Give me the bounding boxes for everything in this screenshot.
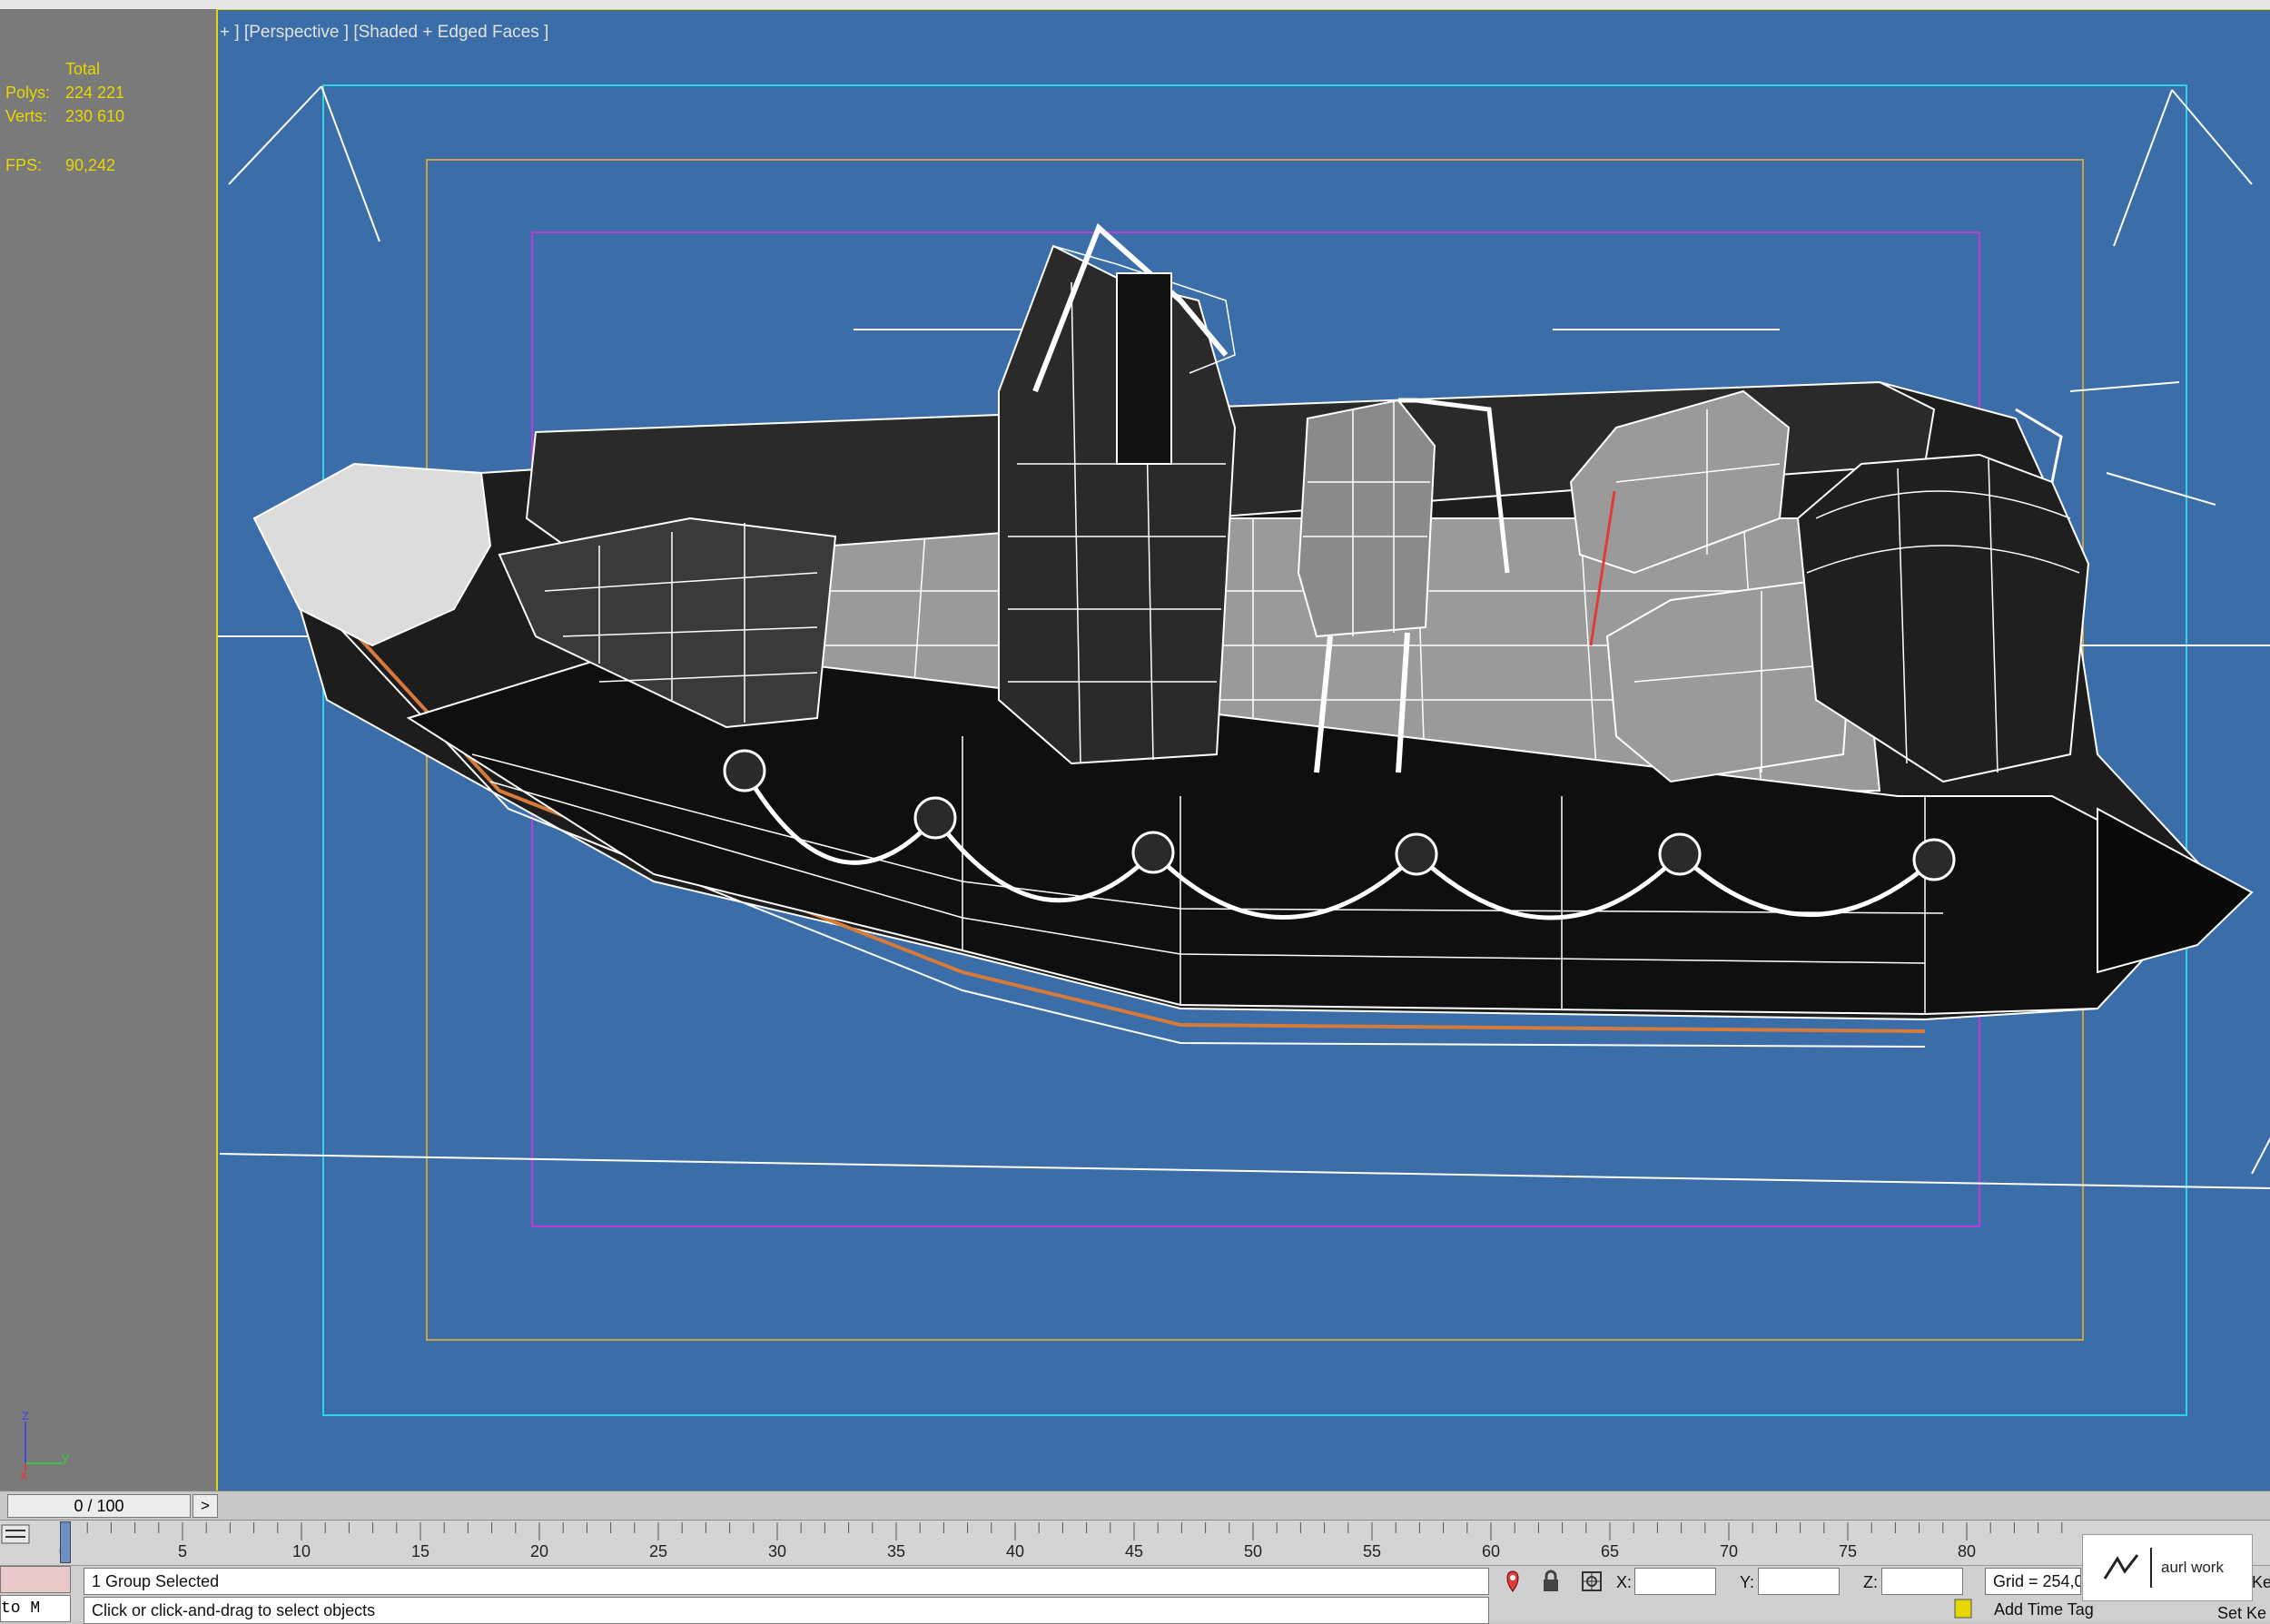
ruler-tick-label: 65	[1601, 1542, 1619, 1560]
ruler-tick-label: 30	[768, 1542, 786, 1560]
absolute-mode-icon[interactable]	[1580, 1570, 1604, 1593]
ruler-tick-label: 50	[1244, 1542, 1262, 1560]
x-coord-input[interactable]	[1634, 1568, 1716, 1595]
z-coord-input[interactable]	[1881, 1568, 1963, 1595]
boat-scene	[218, 84, 2270, 1416]
maxscript-mini-listener[interactable]	[0, 1566, 71, 1593]
left-panel: Total Polys: 224 221 Verts: 230 610 FPS:…	[0, 9, 216, 1491]
fps-label: FPS:	[5, 156, 43, 174]
ruler-tick-label: 70	[1720, 1542, 1738, 1560]
brand-text: aurl work	[2161, 1559, 2224, 1576]
verts-label: Verts:	[5, 107, 48, 125]
axis-gizmo-icon: z y x	[20, 1408, 69, 1480]
key-filter-icon[interactable]	[0, 1521, 33, 1547]
fps-value: 90,242	[65, 156, 116, 174]
verts-value: 230 610	[65, 107, 125, 125]
brand-divider	[2150, 1548, 2152, 1588]
time-slider-thumb[interactable]	[60, 1521, 71, 1563]
y-coord-input[interactable]	[1758, 1568, 1840, 1595]
polys-label: Polys:	[5, 84, 51, 102]
x-coord-label: X:	[1616, 1573, 1633, 1591]
viewport-label[interactable]: + ] [Perspective ] [Shaded + Edged Faces…	[220, 23, 548, 43]
time-slider-bar	[0, 1491, 2270, 1521]
selection-lock-icon[interactable]	[1540, 1570, 1562, 1593]
polys-value: 224 221	[65, 84, 125, 102]
key-mode-label[interactable]: Ke	[2252, 1573, 2270, 1592]
prompt-text: Click or click-and-drag to select object…	[92, 1601, 376, 1619]
axis-z-label: z	[22, 1408, 29, 1423]
ruler-tick-label: 15	[411, 1542, 429, 1560]
watermark-badge: aurl work	[2082, 1534, 2253, 1601]
y-coord-label: Y:	[1740, 1573, 1755, 1591]
axis-y-label: y	[62, 1450, 69, 1465]
grid-value: Grid = 254,0	[1993, 1572, 2081, 1590]
brand-logo-icon	[2103, 1554, 2139, 1580]
time-slider-frame[interactable]: 0 / 100	[7, 1494, 191, 1518]
grid-display: Grid = 254,0	[1985, 1568, 2081, 1595]
ruler-tick-label: 80	[1958, 1542, 1976, 1560]
ruler-tick-label: 45	[1125, 1542, 1143, 1560]
track-ruler: 05101520253035404550556065707580	[59, 1522, 2063, 1560]
ruler-tick-label: 10	[292, 1542, 311, 1560]
add-time-tag-button[interactable]: Add Time Tag	[1994, 1600, 2094, 1619]
ruler-tick-label: 35	[887, 1542, 905, 1560]
listener-output[interactable]: to M	[0, 1595, 71, 1622]
ruler-tick-label: 60	[1482, 1542, 1500, 1560]
perspective-viewport[interactable]: + ] [Perspective ] [Shaded + Edged Faces…	[216, 9, 2270, 1491]
ruler-tick-label: 75	[1839, 1542, 1857, 1560]
time-tag-icon[interactable]	[1952, 1597, 1974, 1620]
ruler-tick-label: 40	[1006, 1542, 1024, 1560]
stats-header: Total	[65, 60, 101, 78]
selection-count: 1 Group Selected	[92, 1572, 220, 1590]
axis-x-label: x	[20, 1468, 27, 1480]
ruler-tick-label: 25	[649, 1542, 667, 1560]
track-bar[interactable]: 05101520253035404550556065707580	[0, 1520, 2270, 1566]
ruler-tick-label: 5	[178, 1542, 187, 1560]
selection-field: 1 Group Selected	[84, 1568, 1489, 1595]
status-bar: to M 1 Group Selected Click or click-and…	[0, 1565, 2270, 1624]
ruler-tick-label: 20	[530, 1542, 548, 1560]
z-coord-label: Z:	[1863, 1573, 1878, 1591]
ruler-tick-label: 55	[1363, 1542, 1381, 1560]
isolate-selection-icon[interactable]	[1502, 1570, 1524, 1593]
next-frame-button[interactable]: >	[192, 1494, 218, 1518]
